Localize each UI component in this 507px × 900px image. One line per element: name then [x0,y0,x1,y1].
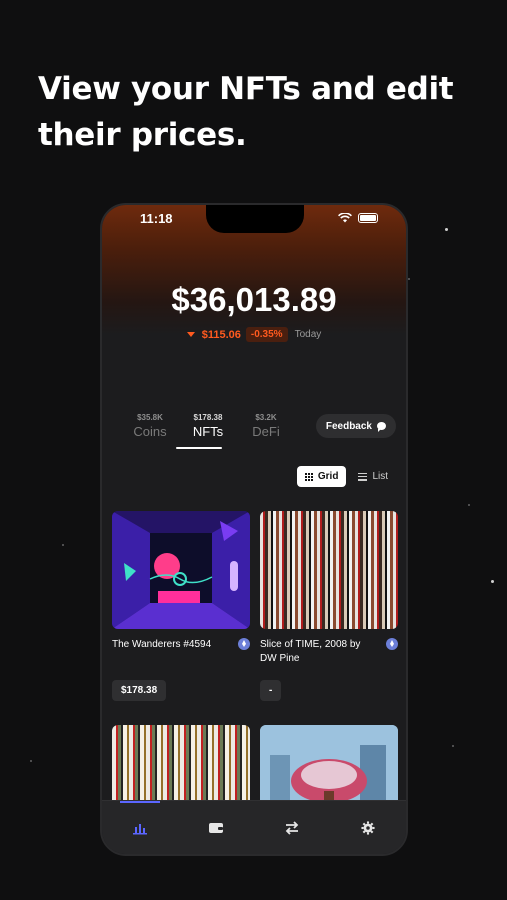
star-decoration [491,580,494,583]
caret-down-icon [186,332,195,337]
feedback-button[interactable]: Feedback [315,414,396,438]
nav-portfolio[interactable] [120,800,160,848]
nav-swap[interactable] [272,808,312,848]
phone-frame: 11:18 $36,013.89 $115.06 -0.35% Today $3… [100,203,408,856]
nft-info: Slice of TIME, 2008 by DW Pine [260,638,398,668]
edit-price-button[interactable]: - [260,680,282,701]
grid-view-label: Grid [317,471,339,482]
star-decoration [408,278,410,280]
portfolio-balance: $36,013.89 [171,281,337,318]
tab-value: $35.8K [137,413,163,422]
star-decoration [452,745,454,747]
grid-view-button[interactable]: Grid [296,466,347,487]
list-view-label: List [372,471,388,482]
tab-label: DeFi [252,424,280,439]
tab-label: NFTs [192,424,224,439]
portfolio-change: $115.06 -0.35% Today [102,327,406,342]
chart-bars-icon [133,823,147,834]
change-period: Today [294,329,322,340]
nft-info: The Wanderers #4594 [112,638,250,668]
nft-card[interactable]: Slice of TIME, 2008 by DW Pine - [260,511,398,701]
ethereum-icon [238,638,250,650]
view-toggle: Grid List [296,466,396,487]
chat-bubble-icon [377,422,386,432]
tab-value: $178.38 [193,413,223,422]
nft-image[interactable] [260,511,398,629]
nft-name: Slice of TIME, 2008 by DW Pine [260,639,361,664]
list-view-button[interactable]: List [350,466,396,487]
nav-wallet[interactable] [196,808,236,848]
tab-value: $3.2K [255,413,277,422]
bottom-nav [102,800,406,854]
star-decoration [62,544,64,546]
status-icons [338,213,378,223]
wifi-icon [338,213,352,223]
star-decoration [445,228,448,231]
asset-tabs: $35.8K Coins $178.38 NFTs $3.2K DeFi [122,413,294,449]
feedback-label: Feedback [325,420,372,432]
nft-card[interactable]: The Wanderers #4594 $178.38 [112,511,250,701]
star-decoration [468,504,470,506]
ethereum-icon [386,638,398,650]
star-decoration [30,760,32,762]
edit-price-button[interactable]: $178.38 [112,680,167,701]
nft-image[interactable] [112,511,250,629]
change-amount: $115.06 [201,328,241,341]
list-icon [358,472,368,481]
nft-grid: The Wanderers #4594 $178.38 Slice of TIM… [112,511,398,815]
active-tab-indicator [176,447,222,449]
wallet-icon [209,822,223,833]
phone-notch [206,205,304,233]
swap-arrows-icon [285,820,299,835]
promo-headline: View your NFTs and edit their prices. [38,71,454,153]
status-time: 11:18 [140,211,173,226]
change-percent-badge: -0.35% [245,327,288,342]
tab-coins[interactable]: $35.8K Coins [122,413,178,439]
gear-icon [361,820,375,835]
tab-defi[interactable]: $3.2K DeFi [238,413,294,439]
nft-artwork [112,511,250,629]
nft-name: The Wanderers #4594 [112,639,212,650]
nav-settings[interactable] [348,808,388,848]
grid-icon [304,472,313,481]
battery-icon [358,213,378,223]
tab-label: Coins [133,424,167,439]
tab-nfts[interactable]: $178.38 NFTs [178,413,238,439]
